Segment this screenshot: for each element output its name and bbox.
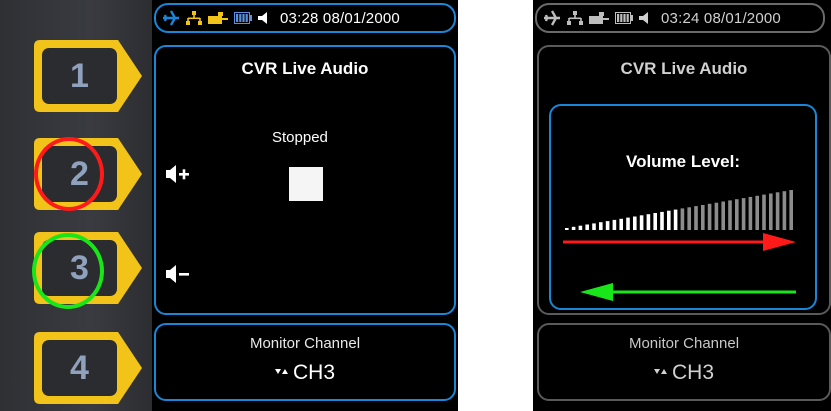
green-highlight-circle: [32, 233, 104, 309]
monitor-channel-panel: Monitor Channel CH3: [154, 323, 456, 401]
red-arrow-head: [763, 233, 796, 251]
speaker-icon: [639, 12, 651, 24]
channel-selector-arrows-icon: [653, 364, 668, 382]
right-screen: 03:24 08/01/2000 CVR Live Audio Volume L…: [533, 0, 831, 411]
panel-title: CVR Live Audio: [620, 59, 748, 78]
softkey-4-label: 4: [70, 348, 89, 387]
volume-level-popup: Volume Level:: [549, 104, 817, 310]
panel-title: CVR Live Audio: [241, 59, 369, 78]
softkey-1-label: 1: [70, 56, 89, 95]
annotation-arrows: [563, 233, 796, 301]
channel-selector-arrows-icon[interactable]: [274, 364, 289, 382]
green-arrow-head: [580, 283, 613, 301]
speaker-icon: [258, 12, 270, 24]
softkey-4[interactable]: 4: [30, 328, 148, 408]
monitor-channel-title: Monitor Channel: [628, 335, 740, 352]
clock-datetime: 03:24 08/01/2000: [661, 9, 781, 27]
clock-datetime: 03:28 08/01/2000: [280, 9, 400, 27]
playback-status-label: Stopped: [272, 129, 328, 146]
volume-level-label: Volume Level:: [626, 152, 740, 171]
network-icon: [186, 11, 202, 25]
battery-icon: [234, 12, 252, 24]
recorder-icon: [589, 12, 609, 24]
status-bar: 03:28 08/01/2000: [154, 3, 456, 33]
status-bar-dimmed: 03:24 08/01/2000: [535, 3, 825, 33]
recorder-icon: [208, 12, 228, 24]
cvr-live-audio-panel: CVR Live Audio Stopped: [154, 45, 456, 315]
left-screen: 03:28 08/01/2000 CVR Live Audio Stopped …: [152, 0, 458, 411]
softkey-1[interactable]: 1: [30, 36, 148, 116]
red-highlight-circle: [34, 137, 104, 211]
monitor-channel-value: CH3: [671, 361, 714, 384]
battery-icon: [615, 12, 633, 24]
airplane-icon: [162, 10, 180, 26]
volume-down-icon[interactable]: [166, 263, 192, 290]
network-icon: [567, 11, 583, 25]
monitor-channel-value[interactable]: CH3: [293, 361, 335, 385]
stop-button[interactable]: [289, 167, 323, 201]
device-bezel: 1 2 3 4: [0, 0, 152, 411]
monitor-channel-panel-dimmed: Monitor Channel CH3: [537, 323, 831, 401]
monitor-channel-title: Monitor Channel: [249, 335, 361, 352]
volume-up-icon[interactable]: [166, 163, 192, 190]
airplane-icon: [543, 10, 561, 26]
